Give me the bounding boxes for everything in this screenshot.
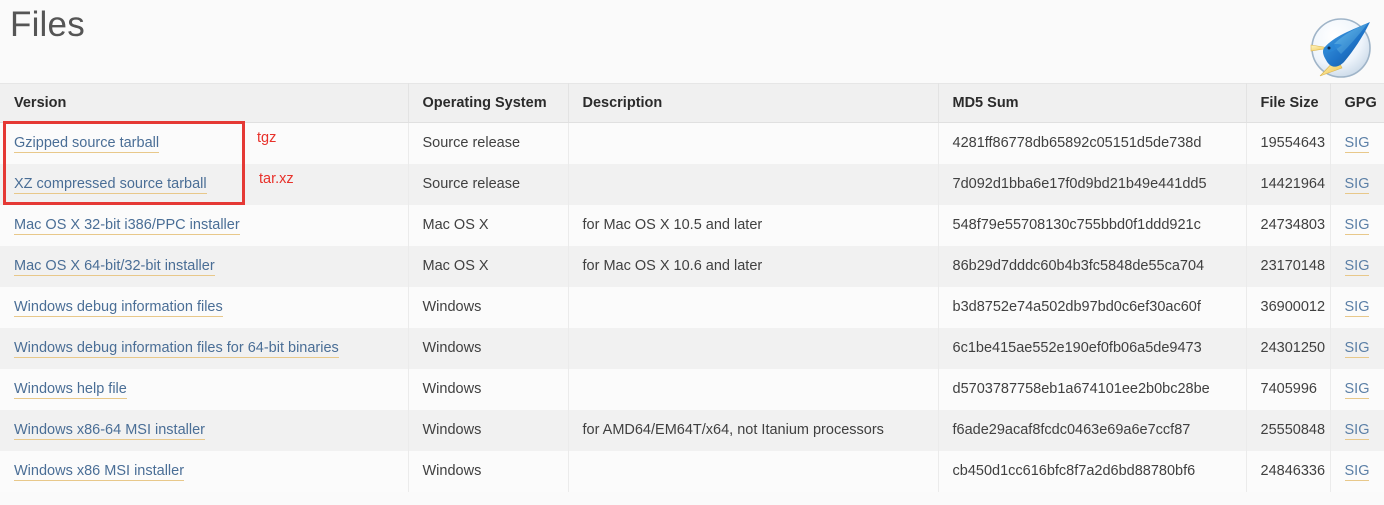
cell-operating-system: Mac OS X (408, 245, 569, 287)
cell-operating-system: Windows (408, 327, 569, 369)
table-row: Mac OS X 64-bit/32-bit installer Mac OS X… (0, 245, 1384, 287)
cell-gpg: SIG (1330, 164, 1384, 205)
cell-operating-system: Windows (408, 368, 569, 410)
download-link[interactable]: Windows help file (14, 381, 127, 399)
cell-file-size: 19554643 (1246, 122, 1331, 164)
sig-link[interactable]: SIG (1344, 299, 1370, 317)
cell-description (568, 327, 939, 369)
cell-md5-sum: 7d092d1bba6e17f0d9bd21b49e441dd5 (938, 163, 1247, 205)
files-page: Files Version Operating System Descripti… (0, 0, 1384, 505)
cell-gpg: SIG (1330, 123, 1384, 164)
table-row: Mac OS X 32-bit i386/PPC installer Mac OS… (0, 204, 1384, 246)
column-header-description[interactable]: Description (568, 83, 939, 123)
download-link[interactable]: XZ compressed source tarball (14, 176, 207, 194)
cell-file-size: 36900012 (1246, 286, 1331, 328)
table-row: Windows x86-64 MSI installer Windows for A… (0, 409, 1384, 451)
cell-version: Windows x86 MSI installer (0, 450, 409, 492)
cell-file-size: 14421964 (1246, 163, 1331, 205)
cell-file-size: 23170148 (1246, 245, 1331, 287)
sig-link[interactable]: SIG (1344, 217, 1370, 235)
download-link[interactable]: Mac OS X 32-bit i386/PPC installer (14, 217, 240, 235)
cell-version: Windows debug information files (0, 286, 409, 328)
table-row: Gzipped source tarball Source release 4281… (0, 122, 1384, 164)
column-header-gpg[interactable]: GPG (1330, 83, 1384, 123)
cell-description (568, 163, 939, 205)
cell-description: for AMD64/EM64T/x64, not Itanium process… (568, 409, 939, 451)
cell-description (568, 122, 939, 164)
cell-description: for Mac OS X 10.6 and later (568, 245, 939, 287)
table-row: Windows debug information files Windows b3… (0, 286, 1384, 328)
sig-link[interactable]: SIG (1344, 381, 1370, 399)
blue-bird-logo-icon (1304, 12, 1378, 84)
cell-version: Gzipped source tarball (0, 122, 409, 164)
sig-link[interactable]: SIG (1344, 463, 1370, 481)
download-link[interactable]: Windows x86 MSI installer (14, 463, 185, 481)
cell-operating-system: Windows (408, 450, 569, 492)
cell-gpg: SIG (1330, 246, 1384, 287)
sig-link[interactable]: SIG (1344, 258, 1370, 276)
cell-gpg: SIG (1330, 287, 1384, 328)
cell-md5-sum: 548f79e55708130c755bbd0f1ddd921c (938, 204, 1247, 246)
column-header-operating-system[interactable]: Operating System (408, 83, 569, 123)
cell-operating-system: Source release (408, 163, 569, 205)
cell-md5-sum: 86b29d7dddc60b4b3fc5848de55ca704 (938, 245, 1247, 287)
cell-gpg: SIG (1330, 328, 1384, 369)
cell-file-size: 7405996 (1246, 368, 1331, 410)
cell-md5-sum: 4281ff86778db65892c05151d5de738d (938, 122, 1247, 164)
cell-operating-system: Windows (408, 409, 569, 451)
cell-file-size: 24846336 (1246, 450, 1331, 492)
column-header-file-size[interactable]: File Size (1246, 83, 1331, 123)
cell-md5-sum: cb450d1cc616bfc8f7a2d6bd88780bf6 (938, 450, 1247, 492)
cell-file-size: 25550848 (1246, 409, 1331, 451)
cell-version: Windows x86-64 MSI installer (0, 409, 409, 451)
table-row: Windows help file Windows d5703787758eb1a6… (0, 368, 1384, 410)
cell-file-size: 24734803 (1246, 204, 1331, 246)
table-header-row: Version Operating System Description MD5… (0, 83, 1384, 123)
cell-md5-sum: b3d8752e74a502db97bd0c6ef30ac60f (938, 286, 1247, 328)
download-link[interactable]: Windows x86-64 MSI installer (14, 422, 205, 440)
cell-version: Mac OS X 32-bit i386/PPC installer (0, 204, 409, 246)
cell-description (568, 368, 939, 410)
page-title: Files (10, 5, 85, 44)
cell-version: Windows help file (0, 368, 409, 410)
download-link[interactable]: Windows debug information files (14, 299, 223, 317)
cell-description (568, 450, 939, 492)
sig-link[interactable]: SIG (1344, 422, 1370, 440)
column-header-version[interactable]: Version (0, 83, 409, 123)
sig-link[interactable]: SIG (1344, 135, 1370, 154)
cell-version: XZ compressed source tarball (0, 163, 409, 205)
cell-file-size: 24301250 (1246, 327, 1331, 369)
cell-operating-system: Source release (408, 122, 569, 164)
annotation-tgz: tgz (257, 130, 277, 146)
cell-gpg: SIG (1330, 451, 1384, 492)
download-link[interactable]: Gzipped source tarball (14, 135, 160, 154)
cell-operating-system: Mac OS X (408, 204, 569, 246)
column-header-md5-sum[interactable]: MD5 Sum (938, 83, 1247, 123)
cell-description: for Mac OS X 10.5 and later (568, 204, 939, 246)
cell-md5-sum: d5703787758eb1a674101ee2b0bc28be (938, 368, 1247, 410)
table-row: XZ compressed source tarball Source relea… (0, 163, 1384, 205)
download-link[interactable]: Mac OS X 64-bit/32-bit installer (14, 258, 215, 276)
sig-link[interactable]: SIG (1344, 340, 1370, 358)
files-table-body: Gzipped source tarball Source release 4281… (0, 122, 1384, 492)
cell-version: Mac OS X 64-bit/32-bit installer (0, 245, 409, 287)
annotation-tarxz: tar.xz (259, 171, 294, 187)
cell-operating-system: Windows (408, 286, 569, 328)
cell-gpg: SIG (1330, 410, 1384, 451)
table-row: Windows x86 MSI installer Windows cb450d1c… (0, 450, 1384, 492)
table-row: Windows debug information files for 64-b… (0, 327, 1384, 369)
cell-gpg: SIG (1330, 369, 1384, 410)
download-link[interactable]: Windows debug information files for 64-b… (14, 340, 339, 358)
cell-md5-sum: f6ade29acaf8fcdc0463e69a6e7ccf87 (938, 409, 1247, 451)
cell-description (568, 286, 939, 328)
sig-link[interactable]: SIG (1344, 176, 1370, 194)
cell-md5-sum: 6c1be415ae552e190ef0fb06a5de9473 (938, 327, 1247, 369)
files-table: Version Operating System Description MD5… (0, 83, 1384, 492)
cell-version: Windows debug information files for 64-b… (0, 327, 409, 369)
cell-gpg: SIG (1330, 205, 1384, 246)
